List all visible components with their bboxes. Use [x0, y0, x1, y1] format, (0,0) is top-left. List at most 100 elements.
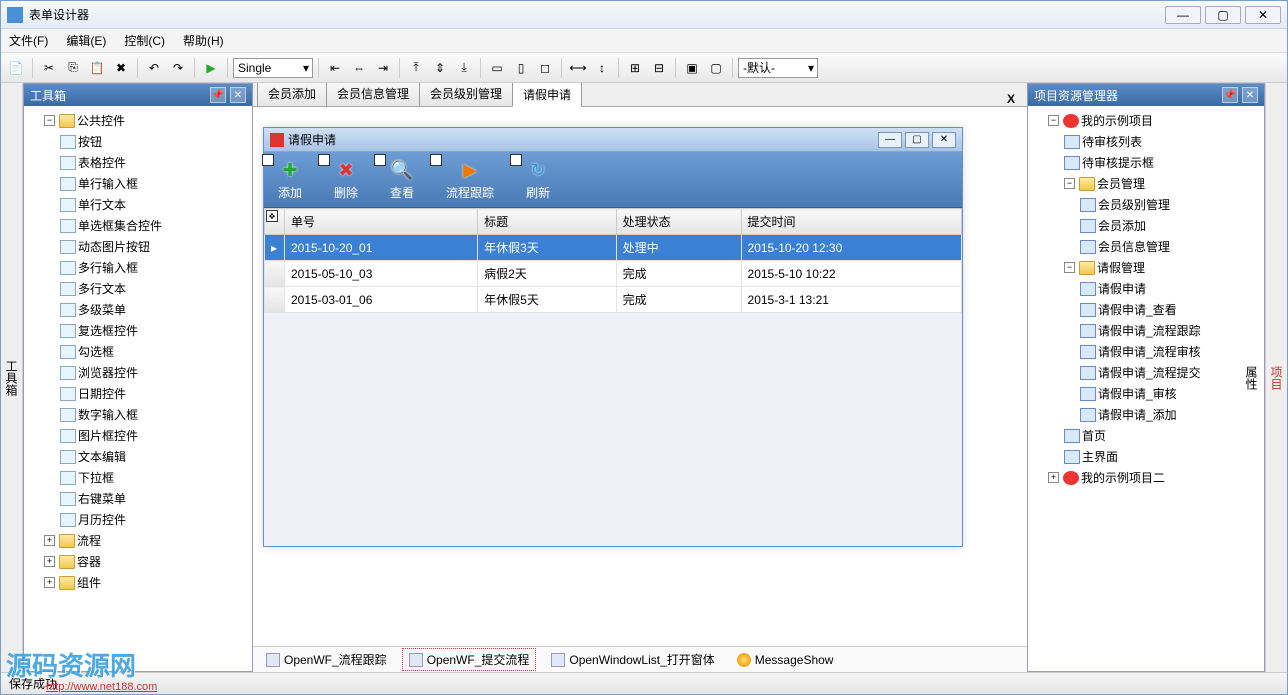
align-left-button[interactable]: ⇤ [324, 57, 346, 79]
new-button[interactable]: 📄 [5, 57, 27, 79]
strip-project[interactable]: 项目 [1268, 89, 1285, 666]
move-handle-icon[interactable]: ✥ [430, 154, 442, 166]
column-header[interactable]: 提交时间 [741, 209, 961, 235]
size-width-button[interactable]: ▭ [486, 57, 508, 79]
inner-min-button[interactable]: — [878, 132, 902, 148]
run-button[interactable]: ▶ [200, 57, 222, 79]
tab-2[interactable]: 会员级别管理 [419, 83, 513, 106]
explorer-tree[interactable]: − 我的示例项目 待审核列表 待审核提示框− 会员管理 会员级别管理 会员添加 … [1028, 106, 1264, 671]
column-header[interactable]: 处理状态 [616, 209, 741, 235]
inner-查看-button[interactable]: ✥🔍查看 [382, 156, 422, 203]
move-handle-icon[interactable]: ✥ [266, 210, 278, 222]
redo-button[interactable]: ↷ [167, 57, 189, 79]
tree-node[interactable]: 多行输入框 [60, 257, 248, 278]
tree-node[interactable]: + 组件 [44, 572, 248, 593]
move-handle-icon[interactable]: ✥ [318, 154, 330, 166]
toolbox-pin-button[interactable]: 📌 [210, 87, 226, 103]
strip-properties[interactable]: 属性 [1243, 89, 1260, 666]
move-handle-icon[interactable]: ✥ [510, 154, 522, 166]
menu-file[interactable]: 文件(F) [9, 32, 48, 49]
size-both-button[interactable]: ◻ [534, 57, 556, 79]
align-bottom-button[interactable]: ⤓ [453, 57, 475, 79]
tree-node[interactable]: 会员级别管理 [1080, 194, 1260, 215]
mode-combo[interactable]: Single [233, 58, 313, 78]
table-row[interactable]: ▸2015-10-20_01年休假3天处理中2015-10-20 12:30 [265, 235, 962, 261]
space-h-button[interactable]: ⟷ [567, 57, 589, 79]
tree-node[interactable]: 请假申请_流程提交 [1080, 362, 1260, 383]
data-grid[interactable]: 单号标题处理状态提交时间 ▸2015-10-20_01年休假3天处理中2015-… [264, 208, 962, 313]
task-item[interactable]: OpenWF_提交流程 [402, 648, 537, 671]
tree-node[interactable]: 右键菜单 [60, 488, 248, 509]
task-item[interactable]: OpenWF_流程跟踪 [259, 648, 394, 671]
tree-node[interactable]: 浏览器控件 [60, 362, 248, 383]
align-right-button[interactable]: ⇥ [372, 57, 394, 79]
tree-node[interactable]: − 请假管理 [1064, 257, 1260, 278]
table-row[interactable]: 2015-03-01_06年休假5天完成2015-3-1 13:21 [265, 287, 962, 313]
copy-button[interactable]: ⎘ [62, 57, 84, 79]
tree-node[interactable]: 请假申请 [1080, 278, 1260, 299]
tree-node[interactable]: 请假申请_查看 [1080, 299, 1260, 320]
column-header[interactable]: 标题 [478, 209, 617, 235]
align-middle-button[interactable]: ⇕ [429, 57, 451, 79]
tree-node[interactable]: − 公共控件 [44, 110, 248, 131]
task-item[interactable]: OpenWindowList_打开窗体 [544, 648, 721, 671]
send-back-button[interactable]: ▢ [705, 57, 727, 79]
tree-node[interactable]: − 我的示例项目 [1048, 110, 1260, 131]
inner-删除-button[interactable]: ✥✖删除 [326, 156, 366, 203]
tree-node[interactable]: 主界面 [1064, 446, 1260, 467]
tree-node[interactable]: 请假申请_流程跟踪 [1080, 320, 1260, 341]
tree-node[interactable]: 多级菜单 [60, 299, 248, 320]
bring-front-button[interactable]: ▣ [681, 57, 703, 79]
maximize-button[interactable]: ▢ [1205, 6, 1241, 24]
tree-node[interactable]: 数字输入框 [60, 404, 248, 425]
inner-max-button[interactable]: ▢ [905, 132, 929, 148]
tree-node[interactable]: 请假申请_审核 [1080, 383, 1260, 404]
tree-node[interactable]: 请假申请_添加 [1080, 404, 1260, 425]
task-item[interactable]: MessageShow [730, 650, 841, 670]
tree-node[interactable]: 首页 [1064, 425, 1260, 446]
tree-node[interactable]: 月历控件 [60, 509, 248, 530]
center-v-button[interactable]: ⊟ [648, 57, 670, 79]
size-height-button[interactable]: ▯ [510, 57, 532, 79]
tab-1[interactable]: 会员信息管理 [326, 83, 420, 106]
tree-node[interactable]: 文本编辑 [60, 446, 248, 467]
toolbox-tree[interactable]: − 公共控件 按钮 表格控件 单行输入框 单行文本 单选框集合控件 动态图片按钮… [24, 106, 252, 671]
menu-edit[interactable]: 编辑(E) [66, 32, 106, 49]
tree-node[interactable]: + 流程 [44, 530, 248, 551]
tree-node[interactable]: 按钮 [60, 131, 248, 152]
inner-添加-button[interactable]: ✥✚添加 [270, 156, 310, 203]
inner-window[interactable]: 请假申请 — ▢ ✕ ✥✚添加✥✖删除✥🔍查看✥▶流程跟踪✥↻刷新 ✥ 单号标题… [263, 127, 963, 547]
close-button[interactable]: ✕ [1245, 6, 1281, 24]
paste-button[interactable]: 📋 [86, 57, 108, 79]
table-row[interactable]: 2015-05-10_03病假2天完成2015-5-10 10:22 [265, 261, 962, 287]
tree-node[interactable]: 单行文本 [60, 194, 248, 215]
tree-node[interactable]: 请假申请_流程审核 [1080, 341, 1260, 362]
tree-node[interactable]: 单行输入框 [60, 173, 248, 194]
space-v-button[interactable]: ↕ [591, 57, 613, 79]
tree-node[interactable]: 下拉框 [60, 467, 248, 488]
inner-刷新-button[interactable]: ✥↻刷新 [518, 156, 558, 203]
menu-control[interactable]: 控制(C) [124, 32, 165, 49]
menu-help[interactable]: 帮助(H) [183, 32, 224, 49]
tree-node[interactable]: 单选框集合控件 [60, 215, 248, 236]
tree-node[interactable]: − 会员管理 [1064, 173, 1260, 194]
tree-node[interactable]: 待审核提示框 [1064, 152, 1260, 173]
tab-0[interactable]: 会员添加 [257, 83, 327, 106]
toolbox-close-button[interactable]: ✕ [230, 87, 246, 103]
tree-node[interactable]: 日期控件 [60, 383, 248, 404]
tree-node[interactable]: 勾选框 [60, 341, 248, 362]
move-handle-icon[interactable]: ✥ [262, 154, 274, 166]
tree-node[interactable]: 待审核列表 [1064, 131, 1260, 152]
inner-close-button[interactable]: ✕ [932, 132, 956, 148]
cut-button[interactable]: ✂ [38, 57, 60, 79]
delete-button[interactable]: ✖ [110, 57, 132, 79]
explorer-pin-button[interactable]: 📌 [1222, 87, 1238, 103]
tree-node[interactable]: + 我的示例项目二 [1048, 467, 1260, 488]
inner-流程跟踪-button[interactable]: ✥▶流程跟踪 [438, 156, 502, 203]
tab-3[interactable]: 请假申请 [512, 83, 582, 107]
center-h-button[interactable]: ⊞ [624, 57, 646, 79]
tree-node[interactable]: 复选框控件 [60, 320, 248, 341]
default-combo[interactable]: -默认- [738, 58, 818, 78]
tree-node[interactable]: + 容器 [44, 551, 248, 572]
undo-button[interactable]: ↶ [143, 57, 165, 79]
